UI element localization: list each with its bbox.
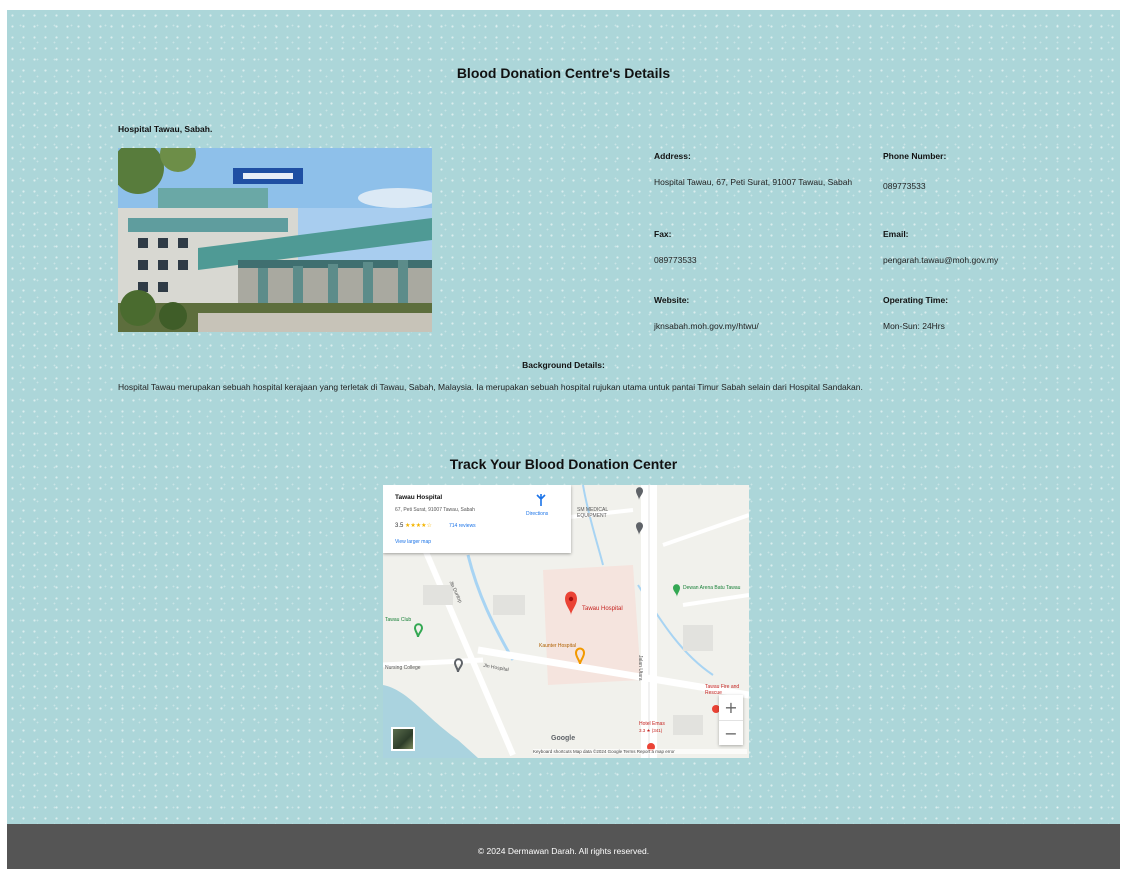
- footer-copyright: © 2024 Dermawan Darah. All rights reserv…: [477, 846, 650, 856]
- fax-label: Fax:: [654, 229, 672, 239]
- map-label-kaunter[interactable]: Kaunter Hospital: [539, 643, 576, 649]
- operating-time-label: Operating Time:: [883, 295, 949, 305]
- phone-value: 089773533: [883, 181, 926, 191]
- address-label: Address:: [654, 151, 691, 161]
- zoom-controls: + −: [719, 695, 743, 745]
- email-label: Email:: [883, 229, 909, 239]
- map-label-club[interactable]: Tawau Club: [385, 617, 411, 623]
- zoom-in-button[interactable]: +: [719, 695, 743, 721]
- place-card-stars: ★★★★☆: [405, 523, 432, 529]
- website-label: Website:: [654, 295, 690, 305]
- place-card-address: 67, Peti Surat, 91007 Tawau, Sabah: [395, 507, 475, 513]
- background-text: Hospital Tawau merupakan sebuah hospital…: [118, 382, 863, 392]
- map-label-hotel[interactable]: Hotel Emas: [639, 721, 665, 727]
- page-title: Blood Donation Centre's Details: [456, 65, 671, 81]
- centre-name: Hospital Tawau, Sabah.: [118, 124, 213, 134]
- hospital-photo: [118, 148, 432, 332]
- map-label-road-utara: Jalan Utara: [637, 655, 643, 681]
- place-card-rating-value: 3.5: [395, 523, 404, 529]
- zoom-out-button[interactable]: −: [719, 721, 743, 746]
- map-label-dewan[interactable]: Dewan Arena Batu Tawau: [683, 585, 743, 591]
- directions-icon[interactable]: [534, 493, 548, 507]
- fax-value: 089773533: [654, 255, 697, 265]
- place-card-reviews-link[interactable]: 714 reviews: [449, 523, 476, 529]
- place-card-rating: 3.5 ★★★★☆: [395, 522, 432, 529]
- track-title: Track Your Blood Donation Center: [449, 456, 678, 472]
- directions-link[interactable]: Directions: [526, 511, 548, 517]
- address-value: Hospital Tawau, 67, Peti Surat, 91007 Ta…: [654, 177, 853, 187]
- map-embed[interactable]: Tawau Hospital Kaunter Hospital SM MEDIC…: [383, 485, 749, 758]
- background-title: Background Details:: [522, 360, 605, 370]
- footer: © 2024 Dermawan Darah. All rights reserv…: [7, 824, 1120, 869]
- map-label-hospital[interactable]: Tawau Hospital: [582, 606, 623, 612]
- place-card: Tawau Hospital 67, Peti Surat, 91007 Taw…: [383, 485, 571, 553]
- google-logo: Google: [551, 735, 576, 742]
- view-larger-map-link[interactable]: View larger map: [395, 539, 431, 545]
- map-label-hotel-rating: 3.3 ★ (341): [639, 728, 663, 733]
- phone-label: Phone Number:: [883, 151, 947, 161]
- page-frame: Blood Donation Centre's Details Hospital…: [7, 10, 1120, 869]
- map-attribution[interactable]: Keyboard shortcuts Map data ©2024 Google…: [533, 749, 747, 754]
- operating-time-value: Mon-Sun: 24Hrs: [883, 321, 945, 331]
- website-value: jknsabah.moh.gov.my/htwu/: [654, 321, 759, 331]
- satellite-layer-button[interactable]: [391, 727, 415, 751]
- map-label-nursing[interactable]: Nursing College: [385, 665, 421, 671]
- map-label-medical[interactable]: SM MEDICAL EQUIPMENT: [577, 507, 635, 519]
- place-card-title: Tawau Hospital: [395, 494, 443, 501]
- email-value: pengarah.tawau@moh.gov.my: [883, 255, 999, 265]
